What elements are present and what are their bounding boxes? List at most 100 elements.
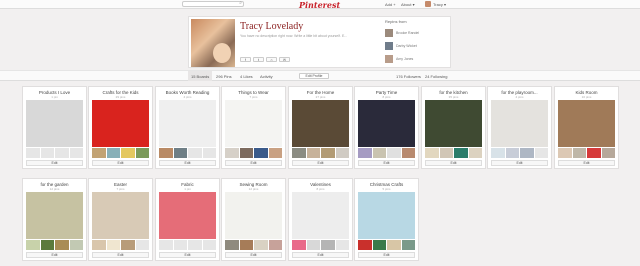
board-thumbnail[interactable] (335, 240, 349, 250)
board-cover-image[interactable] (159, 192, 216, 239)
board-edit-button[interactable]: Edit (292, 160, 349, 166)
about-menu[interactable]: About ▾ (401, 2, 415, 7)
board-thumbnail[interactable] (587, 148, 601, 158)
board-thumbnail[interactable] (572, 148, 586, 158)
board-thumbnail[interactable] (55, 148, 69, 158)
board-thumbnail[interactable] (135, 240, 149, 250)
board-edit-button[interactable]: Edit (92, 160, 149, 166)
board-thumbnail[interactable] (520, 148, 534, 158)
board-thumbnail[interactable] (121, 148, 135, 158)
board-thumbnail[interactable] (292, 240, 306, 250)
board-thumbnail[interactable] (387, 148, 401, 158)
edit-profile-button[interactable]: Edit Profile (299, 73, 329, 79)
board-thumbnail[interactable] (372, 148, 386, 158)
board-card[interactable]: Things to Wear 7 pins Edit (221, 86, 286, 169)
board-thumbnail[interactable] (505, 148, 519, 158)
board-edit-button[interactable]: Edit (358, 252, 415, 258)
board-cover-image[interactable] (225, 192, 282, 239)
board-thumbnail[interactable] (534, 148, 548, 158)
board-edit-button[interactable]: Edit (358, 160, 415, 166)
board-thumbnail[interactable] (40, 148, 54, 158)
board-card[interactable]: For the Home 27 pins Edit (288, 86, 353, 169)
board-thumbnail[interactable] (425, 148, 439, 158)
board-edit-button[interactable]: Edit (92, 252, 149, 258)
tab-boards[interactable]: 15 Boards (188, 71, 213, 81)
repin-user[interactable]: Brooke Randel (385, 26, 449, 39)
board-card[interactable]: for the garden 12 pins Edit (22, 178, 87, 261)
board-edit-button[interactable]: Edit (292, 252, 349, 258)
board-cover-image[interactable] (26, 192, 83, 239)
board-thumbnail[interactable] (26, 240, 40, 250)
board-thumbnail[interactable] (306, 148, 320, 158)
board-thumbnail[interactable] (92, 240, 106, 250)
board-thumbnail[interactable] (135, 148, 149, 158)
board-card[interactable]: Products I Love 1 pin Edit (22, 86, 87, 169)
board-thumbnail[interactable] (159, 240, 173, 250)
board-thumbnail[interactable] (69, 240, 83, 250)
board-thumbnail[interactable] (92, 148, 106, 158)
board-thumbnail[interactable] (358, 148, 372, 158)
board-thumbnail[interactable] (439, 148, 453, 158)
add-menu[interactable]: Add + (385, 2, 396, 7)
board-edit-button[interactable]: Edit (26, 160, 83, 166)
board-thumbnail[interactable] (106, 148, 120, 158)
board-cover-image[interactable] (292, 100, 349, 147)
board-edit-button[interactable]: Edit (558, 160, 615, 166)
board-thumbnail[interactable] (239, 148, 253, 158)
board-thumbnail[interactable] (202, 240, 216, 250)
board-thumbnail[interactable] (558, 148, 572, 158)
board-edit-button[interactable]: Edit (159, 252, 216, 258)
board-edit-button[interactable]: Edit (491, 160, 548, 166)
board-thumbnail[interactable] (401, 240, 415, 250)
board-thumbnail[interactable] (55, 240, 69, 250)
followers-link[interactable]: 176 Followers (396, 74, 421, 79)
board-cover-image[interactable] (225, 100, 282, 147)
board-thumbnail[interactable] (106, 240, 120, 250)
board-thumbnail[interactable] (321, 240, 335, 250)
board-card[interactable]: for the kitchen 35 pins Edit (421, 86, 486, 169)
board-card[interactable]: Valentines 8 pins Edit (288, 178, 353, 261)
board-thumbnail[interactable] (202, 148, 216, 158)
search-icon[interactable]: ⌕ (239, 0, 242, 6)
board-edit-button[interactable]: Edit (26, 252, 83, 258)
facebook-icon[interactable]: f (240, 57, 251, 62)
board-edit-button[interactable]: Edit (225, 160, 282, 166)
tab-likes[interactable]: 4 Likes (240, 74, 253, 79)
board-thumbnail[interactable] (254, 148, 268, 158)
board-thumbnail[interactable] (69, 148, 83, 158)
board-thumbnail[interactable] (491, 148, 505, 158)
board-thumbnail[interactable] (188, 148, 202, 158)
board-thumbnail[interactable] (468, 148, 482, 158)
board-thumbnail[interactable] (268, 240, 282, 250)
board-thumbnail[interactable] (159, 148, 173, 158)
board-card[interactable]: Easter 7 pins Edit (88, 178, 153, 261)
board-edit-button[interactable]: Edit (425, 160, 482, 166)
board-thumbnail[interactable] (173, 148, 187, 158)
board-cover-image[interactable] (358, 192, 415, 239)
board-cover-image[interactable] (159, 100, 216, 147)
board-edit-button[interactable]: Edit (159, 160, 216, 166)
board-cover-image[interactable] (92, 192, 149, 239)
board-cover-image[interactable] (292, 192, 349, 239)
board-thumbnail[interactable] (372, 240, 386, 250)
tab-activity[interactable]: Activity (260, 74, 273, 79)
board-thumbnail[interactable] (292, 148, 306, 158)
board-card[interactable]: Books Worth Reading 4 pins Edit (155, 86, 220, 169)
search-input[interactable]: ⌕ (182, 0, 244, 7)
board-card[interactable]: Fabric 1 pin Edit (155, 178, 220, 261)
user-avatar[interactable] (425, 1, 431, 7)
board-thumbnail[interactable] (225, 148, 239, 158)
board-cover-image[interactable] (92, 100, 149, 147)
board-thumbnail[interactable] (335, 148, 349, 158)
board-thumbnail[interactable] (268, 148, 282, 158)
board-cover-image[interactable] (26, 100, 83, 147)
board-card[interactable]: for the playroom... 4 pins Edit (487, 86, 552, 169)
board-thumbnail[interactable] (306, 240, 320, 250)
pinterest-logo[interactable]: Pinterest (299, 0, 340, 10)
board-card[interactable]: Kids Room 10 pins Edit (554, 86, 619, 169)
board-card[interactable]: Sewing Room 12 pins Edit (221, 178, 286, 261)
board-thumbnail[interactable] (40, 240, 54, 250)
board-thumbnail[interactable] (173, 240, 187, 250)
board-card[interactable]: Christmas Crafts 5 pins Edit (354, 178, 419, 261)
tab-pins[interactable]: 296 Pins (216, 74, 232, 79)
